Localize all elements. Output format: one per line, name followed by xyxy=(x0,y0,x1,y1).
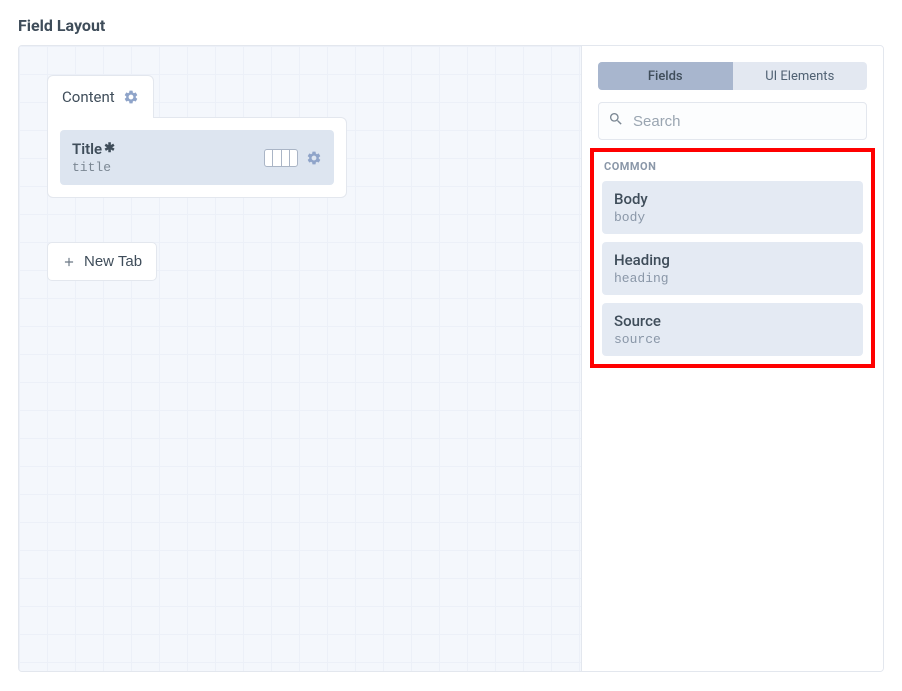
group-label-common: COMMON xyxy=(602,160,863,173)
plus-icon xyxy=(62,255,76,269)
available-field-body[interactable]: Body body xyxy=(602,181,863,234)
available-field-source[interactable]: Source source xyxy=(602,303,863,356)
gear-icon[interactable] xyxy=(123,89,139,105)
tab-content[interactable]: Content xyxy=(47,75,154,118)
field-info: Title ✱ title xyxy=(72,140,115,175)
layout-canvas[interactable]: Content Title ✱ title xyxy=(19,46,582,671)
field-handle: title xyxy=(72,160,115,175)
available-field-handle: source xyxy=(614,332,851,347)
field-layout-container: Content Title ✱ title xyxy=(18,45,884,672)
tab-body[interactable]: Title ✱ title xyxy=(47,117,347,198)
field-title[interactable]: Title ✱ title xyxy=(60,130,334,185)
required-asterisk: ✱ xyxy=(104,141,115,156)
available-field-heading[interactable]: Heading heading xyxy=(602,242,863,295)
new-tab-label: New Tab xyxy=(84,253,142,270)
page-title: Field Layout xyxy=(18,16,884,35)
available-field-name: Heading xyxy=(614,251,851,269)
new-tab-button[interactable]: New Tab xyxy=(47,242,157,281)
tab-label: Content xyxy=(62,88,115,106)
field-label: Title ✱ xyxy=(72,140,115,158)
field-label-text: Title xyxy=(72,140,102,158)
available-fields-list: Body body Heading heading Source source xyxy=(602,181,863,356)
search-wrapper xyxy=(598,102,867,140)
sidebar-tabs: Fields UI Elements xyxy=(598,62,867,90)
available-field-name: Body xyxy=(614,190,851,208)
width-selector[interactable] xyxy=(264,149,298,167)
available-field-handle: heading xyxy=(614,271,851,286)
available-field-handle: body xyxy=(614,210,851,225)
tab-ui-elements[interactable]: UI Elements xyxy=(733,62,868,90)
search-input[interactable] xyxy=(598,102,867,140)
highlighted-region: COMMON Body body Heading heading Source … xyxy=(590,148,875,368)
available-field-name: Source xyxy=(614,312,851,330)
gear-icon[interactable] xyxy=(306,150,322,166)
tab-container: Content Title ✱ title xyxy=(47,74,347,198)
sidebar: Fields UI Elements COMMON Body body Head… xyxy=(582,46,883,671)
field-actions xyxy=(264,149,322,167)
search-icon xyxy=(608,111,624,131)
tab-fields[interactable]: Fields xyxy=(598,62,733,90)
